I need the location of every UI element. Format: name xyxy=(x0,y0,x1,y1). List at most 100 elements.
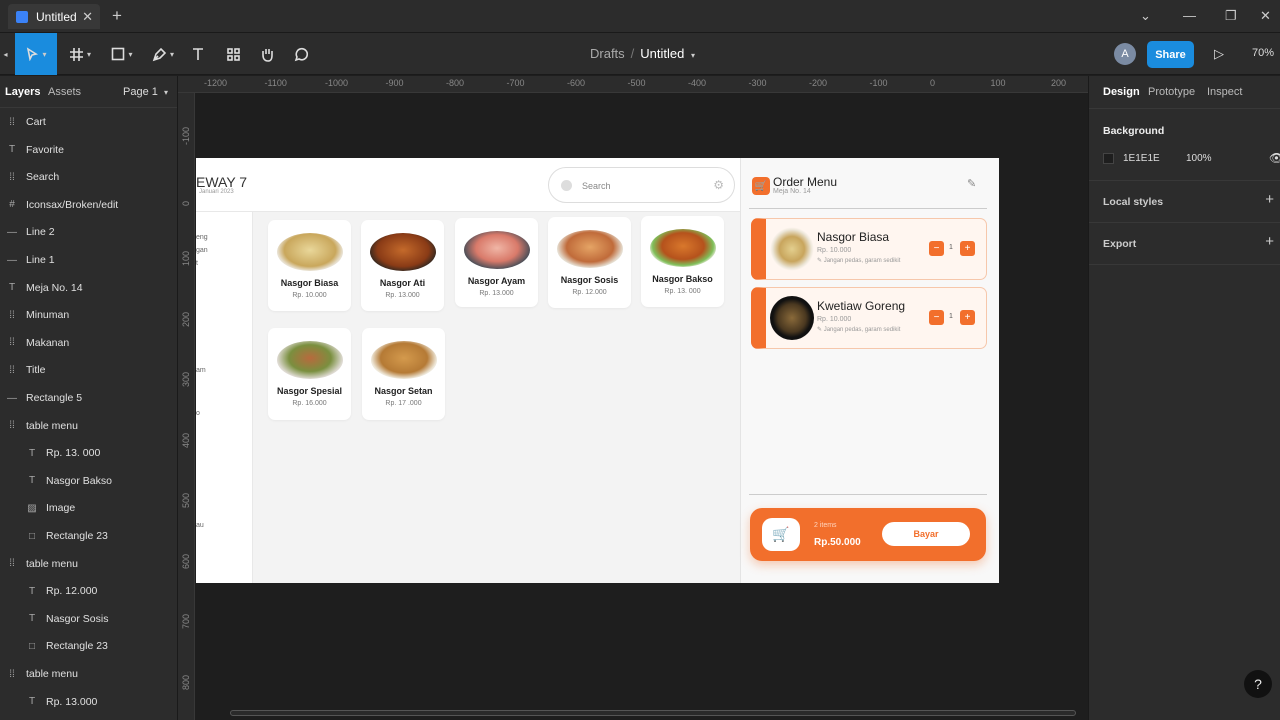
chevron-down-icon: ▾ xyxy=(163,88,168,97)
add-style-icon[interactable]: + xyxy=(1265,191,1274,208)
menu-card[interactable]: Nasgor Bakso Rp. 13. 000 xyxy=(641,216,724,307)
frame-icon: ⁞⁞ xyxy=(9,558,15,570)
share-button[interactable]: Share xyxy=(1147,41,1194,68)
tab-inspect[interactable]: Inspect xyxy=(1207,86,1242,98)
decrease-qty-button[interactable]: − xyxy=(929,310,944,325)
new-tab-icon[interactable]: + xyxy=(112,6,122,26)
layer-row[interactable]: — Line 1 xyxy=(5,247,55,273)
layer-row[interactable]: T Favorite xyxy=(5,137,64,163)
background-label: Background xyxy=(1103,125,1165,137)
maximize-icon[interactable]: ❐ xyxy=(1225,8,1237,24)
layer-row[interactable]: □ Rectangle 23 xyxy=(25,633,108,659)
menu-card[interactable]: Nasgor Ayam Rp. 13.000 xyxy=(455,218,538,307)
layer-row[interactable]: T Rp. 13.000 xyxy=(25,689,97,715)
main-menu-icon[interactable]: ◂ xyxy=(0,33,8,75)
page-selector[interactable]: Page 1 ▾ xyxy=(123,86,168,98)
layer-row[interactable]: ⁞⁞ Cart xyxy=(5,109,46,135)
layer-row[interactable]: □ Rectangle 23 xyxy=(25,523,108,549)
text-icon xyxy=(193,48,203,60)
menu-card[interactable]: Nasgor Biasa Rp. 10.000 xyxy=(268,220,351,311)
layer-row[interactable]: ⁞⁞ table menu xyxy=(5,551,78,577)
layer-row[interactable]: T Rp. 13. 000 xyxy=(25,440,100,466)
layer-row[interactable]: T Meja No. 14 xyxy=(5,275,83,301)
zoom-level[interactable]: 70% xyxy=(1252,47,1274,59)
chevron-down-icon[interactable]: ▾ xyxy=(691,51,695,60)
menu-card[interactable]: Nasgor Spesial Rp. 16.000 xyxy=(268,328,351,420)
breadcrumb-drafts[interactable]: Drafts xyxy=(590,46,625,61)
layer-row[interactable]: ⁞⁞ table menu xyxy=(5,661,78,687)
add-export-icon[interactable]: + xyxy=(1265,233,1274,250)
ruler-tick-label: -800 xyxy=(446,78,465,88)
layer-label: Title xyxy=(26,364,46,377)
help-button[interactable]: ? xyxy=(1244,670,1272,698)
tab-design[interactable]: Design xyxy=(1103,86,1140,98)
menu-card[interactable]: Nasgor Sosis Rp. 12.000 xyxy=(548,217,631,308)
text-icon: T xyxy=(28,475,36,487)
menu-item-name: Nasgor Setan xyxy=(374,386,433,396)
rectangle-icon xyxy=(112,47,125,61)
menu-card[interactable]: Nasgor Ati Rp. 13.000 xyxy=(361,220,444,311)
frame-tool-button[interactable]: ▾ xyxy=(62,33,98,75)
canvas[interactable]: EWAY 7 Januari 2023 Search ⚙ eng gan t am o a… xyxy=(196,94,1088,720)
design-frame[interactable]: EWAY 7 Januari 2023 Search ⚙ eng gan t am o a… xyxy=(196,158,999,583)
layer-row[interactable]: T Rp. 12.000 xyxy=(25,578,97,604)
shape-tool-button[interactable]: ▾ xyxy=(104,33,140,75)
background-opacity[interactable]: 100% xyxy=(1186,153,1212,164)
layer-row[interactable]: — Line 2 xyxy=(5,219,55,245)
close-window-icon[interactable]: ✕ xyxy=(1260,8,1271,24)
tab-layers[interactable]: Layers xyxy=(5,86,40,98)
pay-button[interactable]: Bayar xyxy=(882,522,970,546)
order-item-qty: 1 xyxy=(949,313,953,320)
frame-header: EWAY 7 Januari 2023 Search ⚙ xyxy=(196,158,740,212)
resources-tool-button[interactable] xyxy=(221,33,245,75)
background-swatch[interactable] xyxy=(1103,153,1114,164)
order-item-price: Rp. 10.000 xyxy=(817,316,852,323)
order-item-name: Nasgor Biasa xyxy=(817,230,890,244)
ruler-tick-label: 600 xyxy=(181,553,191,569)
tab-prototype[interactable]: Prototype xyxy=(1148,86,1195,98)
layer-row[interactable]: ⁞⁞ Makanan xyxy=(5,330,69,356)
settings-icon[interactable]: ⚙ xyxy=(713,178,724,192)
minimize-icon[interactable]: — xyxy=(1183,8,1196,23)
layer-row[interactable]: T Nasgor Bakso xyxy=(25,468,112,494)
layer-row[interactable]: T Nasgor Sosis xyxy=(25,606,109,632)
layer-label: Cart xyxy=(26,116,46,128)
layer-row[interactable]: — Rectangle 5 xyxy=(5,385,82,411)
increase-qty-button[interactable]: + xyxy=(960,310,975,325)
decrease-qty-button[interactable]: − xyxy=(929,241,944,256)
sidenav-item: t xyxy=(196,260,198,267)
frame-icon: ⁞⁞ xyxy=(9,364,15,376)
comment-icon xyxy=(294,47,308,61)
tab-assets[interactable]: Assets xyxy=(48,86,81,98)
background-hex[interactable]: 1E1E1E xyxy=(1123,153,1160,164)
increase-qty-button[interactable]: + xyxy=(960,241,975,256)
menu-grid: Nasgor Biasa Rp. 10.000 Nasgor Ati Rp. 13.0… xyxy=(253,212,740,583)
layer-label: Nasgor Sosis xyxy=(46,612,109,625)
layer-row[interactable]: ⁞⁞ Title xyxy=(5,357,45,383)
menu-card[interactable]: Nasgor Setan Rp. 17 .000 xyxy=(362,328,445,420)
horizontal-scrollbar[interactable] xyxy=(230,710,1076,716)
search-field[interactable]: Search ⚙ xyxy=(548,167,735,203)
avatar[interactable]: A xyxy=(1114,43,1136,65)
layer-row[interactable]: ⁞⁞ table menu xyxy=(5,413,78,439)
text-tool-button[interactable] xyxy=(186,33,210,75)
layer-row[interactable]: ▨ Image xyxy=(25,495,75,521)
comment-tool-button[interactable] xyxy=(289,33,313,75)
order-item-image xyxy=(770,296,814,340)
layer-row[interactable]: ⁞⁞ Minuman xyxy=(5,302,69,328)
eye-icon[interactable]: 👁 xyxy=(1269,151,1280,165)
layer-row[interactable]: # Iconsax/Broken/edit xyxy=(5,192,118,218)
hand-tool-button[interactable] xyxy=(255,33,279,75)
sidenav-item: o xyxy=(196,410,200,417)
file-tab[interactable]: Untitled ✕ xyxy=(8,4,100,29)
file-title[interactable]: Untitled xyxy=(640,46,684,61)
pen-tool-button[interactable]: ▾ xyxy=(145,33,181,75)
menu-item-price: Rp. 17 .000 xyxy=(385,400,422,407)
layer-row[interactable]: ⁞⁞ Search xyxy=(5,164,59,190)
edit-icon[interactable]: ✎ xyxy=(967,177,976,190)
ruler-tick-label: 0 xyxy=(930,78,936,88)
chevron-down-icon[interactable]: ⌄ xyxy=(1140,8,1151,24)
close-tab-icon[interactable]: ✕ xyxy=(82,9,93,25)
move-tool-button[interactable]: ▾ xyxy=(15,33,57,75)
present-play-icon[interactable]: ▷ xyxy=(1214,46,1224,62)
